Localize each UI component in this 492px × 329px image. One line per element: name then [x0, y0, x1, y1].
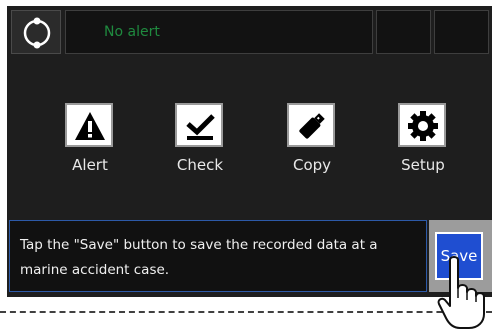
status-indicator-button[interactable] [11, 10, 61, 54]
menu-label-copy: Copy [292, 156, 332, 174]
menu-item-alert[interactable]: Alert [60, 103, 120, 183]
alert-status-text: No alert [104, 24, 160, 40]
menu-item-setup[interactable]: Setup [393, 103, 453, 183]
circle-indicator-icon [23, 17, 51, 49]
pointing-hand-icon [437, 256, 485, 329]
status-slot-1 [376, 10, 431, 54]
menu-label-setup: Setup [401, 156, 445, 174]
alert-status-field: No alert [65, 10, 373, 54]
warning-icon[interactable] [65, 103, 113, 147]
instruction-message-text: Tap the "Save" button to save the record… [20, 237, 378, 278]
checkmark-icon[interactable] [175, 103, 223, 147]
gear-icon[interactable] [398, 103, 446, 147]
menu-label-alert: Alert [72, 156, 108, 174]
dashed-divider [0, 311, 492, 313]
usb-drive-icon[interactable] [287, 103, 335, 147]
menu-item-check[interactable]: Check [170, 103, 230, 183]
instruction-message-box: Tap the "Save" button to save the record… [9, 220, 427, 292]
status-bar: No alert [7, 6, 492, 59]
status-slot-2 [434, 10, 489, 54]
device-screen: No alert Alert Check Copy Setup Tap the … [7, 6, 492, 297]
menu-label-check: Check [176, 156, 224, 174]
menu-item-copy[interactable]: Copy [282, 103, 342, 183]
